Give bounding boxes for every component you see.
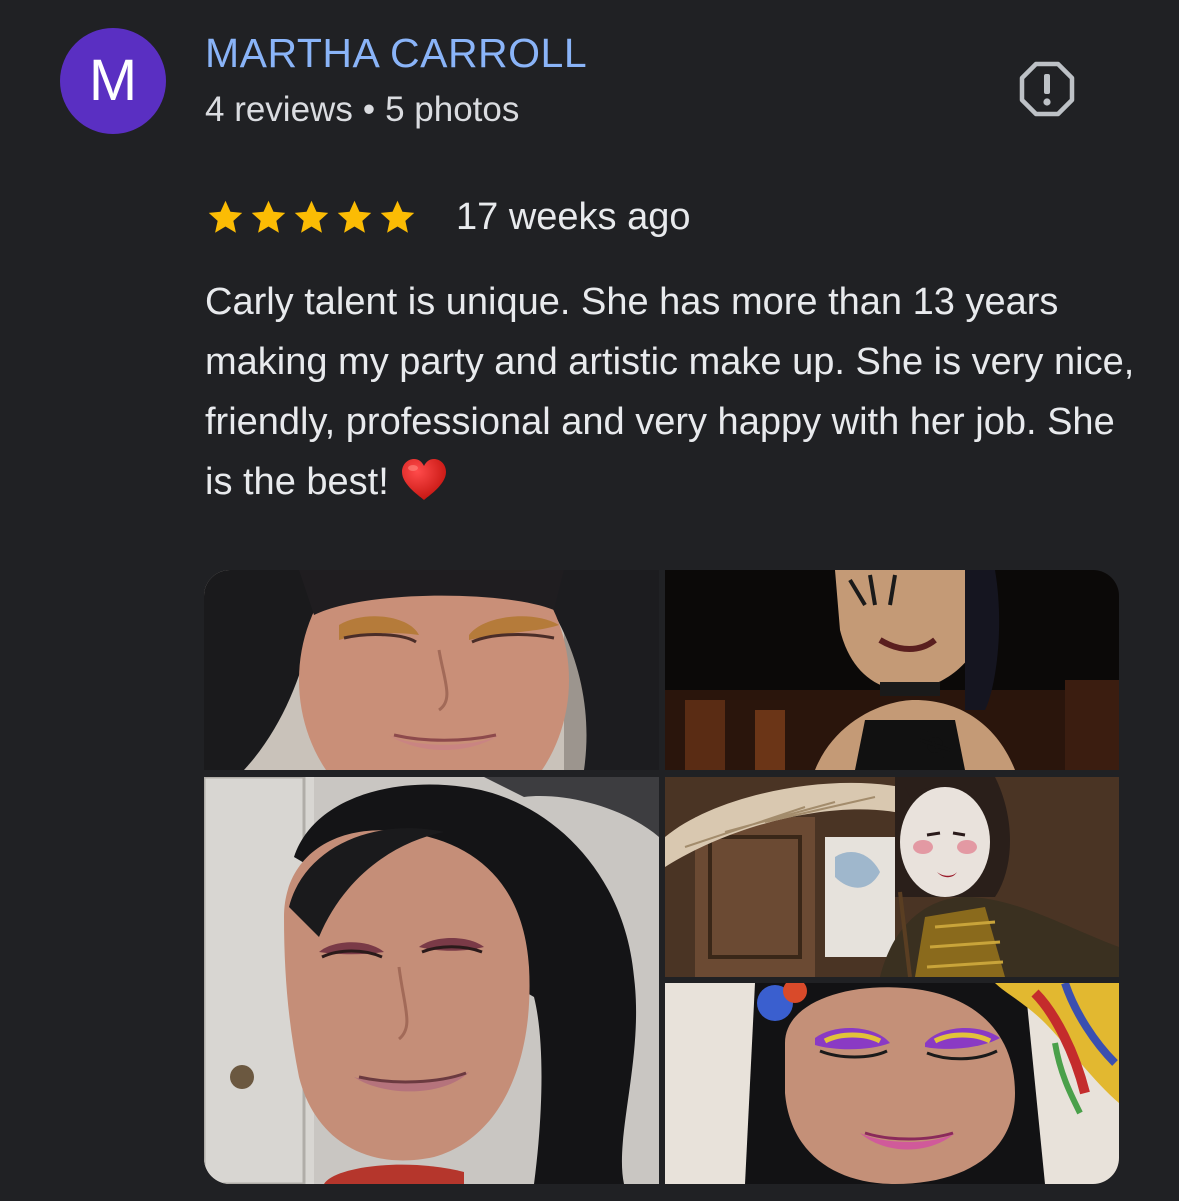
- photos-count: 5 photos: [385, 90, 520, 129]
- meta-separator: •: [362, 90, 376, 129]
- photo-woman-purple-eyeshadow-flowers[interactable]: [665, 983, 1119, 1184]
- rating-row: 17 weeks ago: [205, 190, 691, 244]
- photo-woman-halloween-makeup[interactable]: [665, 570, 1119, 770]
- review-text: Carly talent is unique. She has more tha…: [205, 272, 1135, 512]
- photo-grid: [204, 570, 1119, 1184]
- report-button[interactable]: [1018, 60, 1076, 118]
- report-icon: [1019, 61, 1075, 117]
- author-meta: 4 reviews • 5 photos: [205, 90, 519, 130]
- star-icon: [294, 200, 329, 233]
- star-icon: [337, 200, 372, 233]
- star-icon: [380, 200, 415, 233]
- heart-emoji-icon: [401, 459, 446, 500]
- star-icon: [251, 200, 286, 233]
- star-icon: [208, 200, 243, 233]
- photo-woman-smiling-closeup[interactable]: [204, 777, 659, 1184]
- reviews-count: 4 reviews: [205, 90, 353, 129]
- star-rating: [205, 197, 418, 238]
- avatar[interactable]: M: [60, 28, 166, 134]
- author-name[interactable]: MARTHA CARROLL: [205, 30, 587, 77]
- review-body: Carly talent is unique. She has more tha…: [205, 281, 1135, 503]
- photo-woman-gold-eyeshadow[interactable]: [204, 570, 659, 770]
- review-time: 17 weeks ago: [456, 195, 691, 238]
- photo-woman-geisha-umbrella[interactable]: [665, 777, 1119, 977]
